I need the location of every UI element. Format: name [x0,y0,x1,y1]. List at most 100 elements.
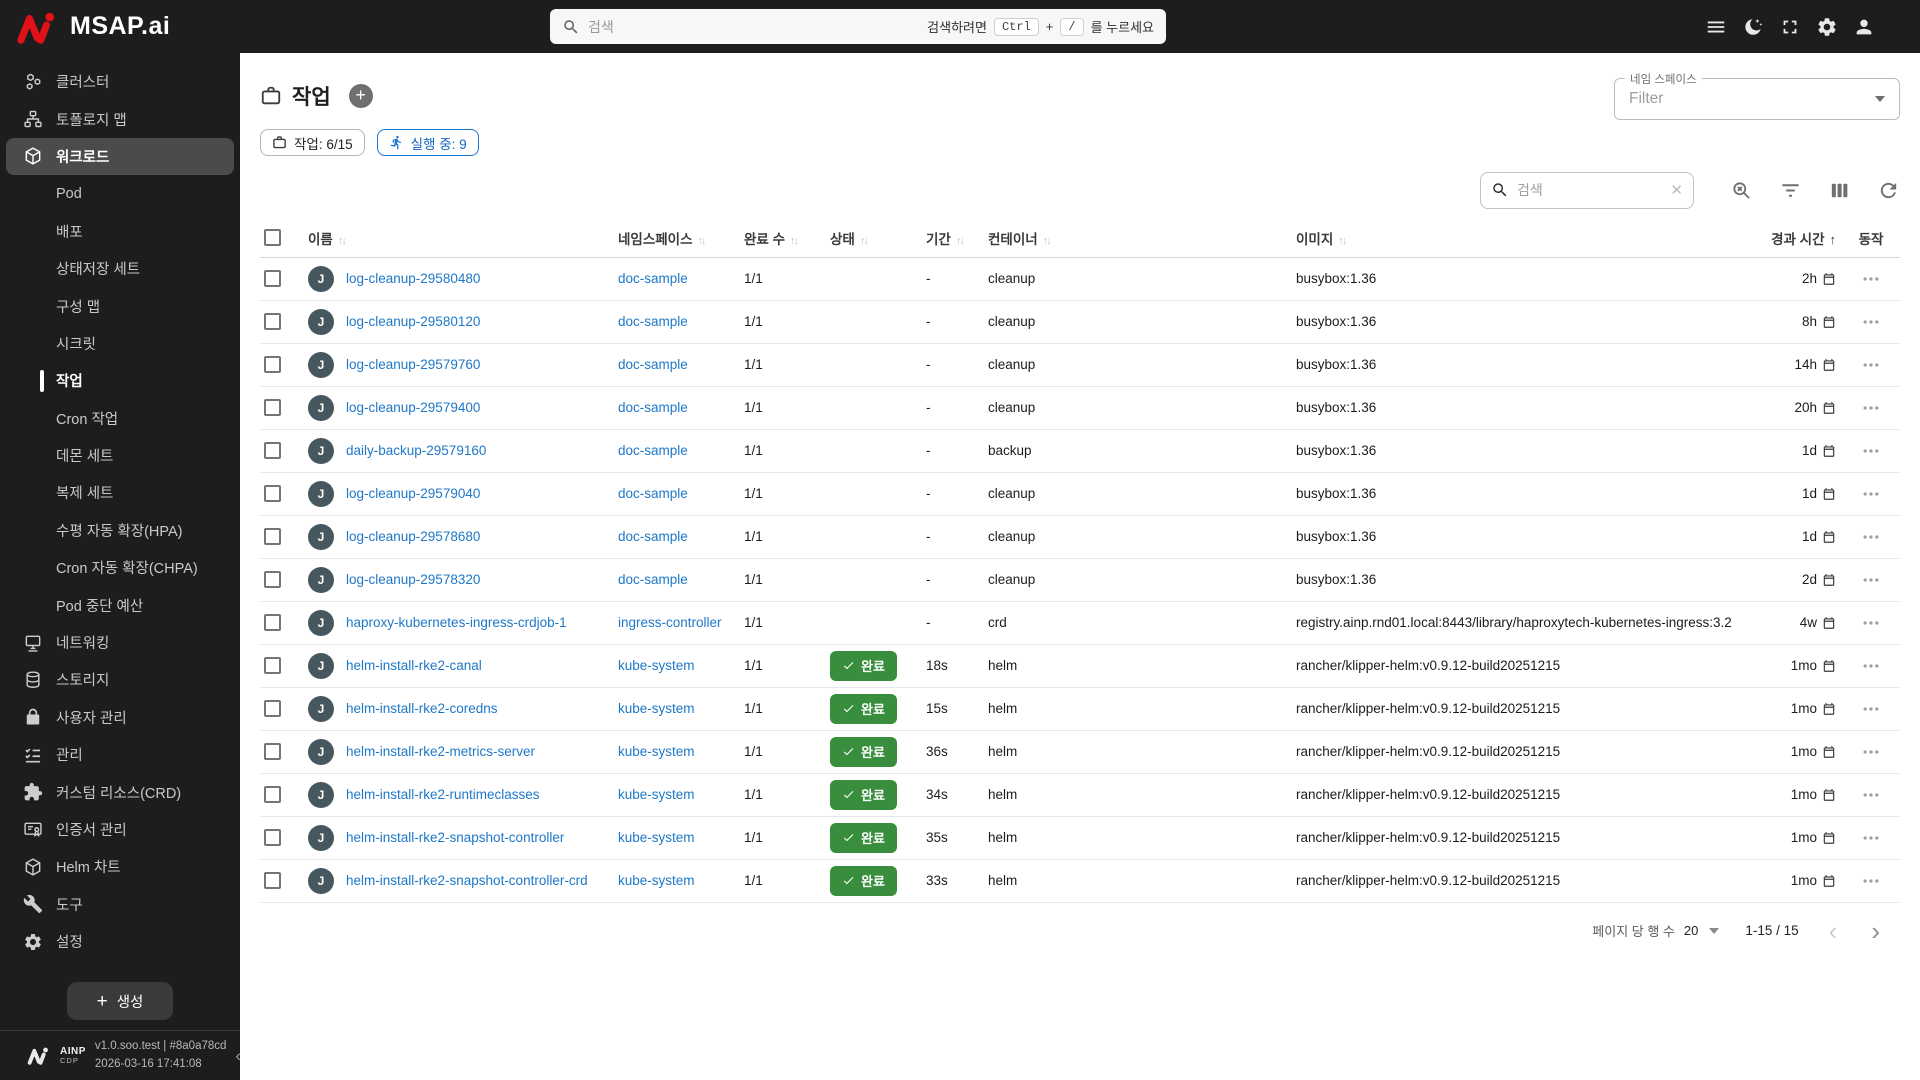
column-header[interactable]: 완료 수 ↑↓ [740,219,826,258]
namespace-link[interactable]: kube-system [618,658,695,673]
namespace-link[interactable]: ingress-controller [618,615,722,630]
topbar-account-button[interactable] [1852,15,1876,39]
sidebar-item-management[interactable]: 관리 [0,736,240,773]
sidebar-item-chpa[interactable]: Cron 자동 확장(CHPA) [0,549,240,586]
job-name-link[interactable]: daily-backup-29579160 [346,443,486,458]
namespace-link[interactable]: kube-system [618,744,695,759]
job-name-link[interactable]: log-cleanup-29580480 [346,271,480,286]
job-name-link[interactable]: log-cleanup-29579400 [346,400,480,415]
topbar-menu-button[interactable] [1704,15,1728,39]
global-search-input[interactable] [588,18,920,35]
namespace-link[interactable]: doc-sample [618,443,688,458]
row-actions-button[interactable] [1857,523,1885,551]
row-actions-button[interactable] [1857,695,1885,723]
sidebar-item-hpa[interactable]: 수평 자동 확장(HPA) [0,512,240,549]
column-header[interactable]: 동작 [1842,219,1900,258]
row-checkbox[interactable] [264,571,281,588]
columns-button[interactable] [1827,178,1851,202]
namespace-link[interactable]: doc-sample [618,529,688,544]
topbar-fullscreen-button[interactable] [1778,15,1802,39]
sidebar-item-custom-resource-crd[interactable]: 커스텀 리소스(CRD) [0,773,240,810]
job-name-link[interactable]: helm-install-rke2-coredns [346,701,498,716]
row-actions-button[interactable] [1857,265,1885,293]
namespace-filter-select[interactable]: 네임 스페이스 Filter [1614,71,1900,120]
job-name-link[interactable]: log-cleanup-29578680 [346,529,480,544]
sidebar-item-cronjob[interactable]: Cron 작업 [0,400,240,437]
refresh-button[interactable] [1876,178,1900,202]
row-checkbox[interactable] [264,270,281,287]
column-header[interactable]: 상태 ↑↓ [826,219,922,258]
sidebar-item-pdb[interactable]: Pod 중단 예산 [0,586,240,623]
row-actions-button[interactable] [1857,781,1885,809]
sort-icons[interactable]: ↑↓ [956,235,965,247]
job-name-link[interactable]: log-cleanup-29578320 [346,572,480,587]
sort-icons[interactable]: ↑↓ [1338,235,1347,247]
namespace-link[interactable]: doc-sample [618,400,688,415]
row-checkbox[interactable] [264,442,281,459]
sidebar-item-topology-map[interactable]: 토폴로지 맵 [0,100,240,137]
namespace-link[interactable]: doc-sample [618,357,688,372]
row-checkbox[interactable] [264,829,281,846]
row-checkbox[interactable] [264,743,281,760]
sidebar-item-configmap[interactable]: 구성 맵 [0,287,240,324]
sidebar-item-secret[interactable]: 시크릿 [0,325,240,362]
job-name-link[interactable]: log-cleanup-29579040 [346,486,480,501]
row-actions-button[interactable] [1857,867,1885,895]
sort-icons[interactable]: ↑↓ [790,235,799,247]
row-actions-button[interactable] [1857,566,1885,594]
sidebar-item-helm-chart[interactable]: Helm 차트 [0,848,240,885]
topbar-settings-button[interactable] [1815,15,1839,39]
row-checkbox[interactable] [264,485,281,502]
column-header[interactable]: 컨테이너 ↑↓ [984,219,1292,258]
sidebar-item-cluster[interactable]: 클러스터 [0,63,240,100]
sort-icons[interactable]: ↑↓ [860,235,869,247]
namespace-link[interactable]: kube-system [618,830,695,845]
running-count-chip[interactable]: 실행 중: 9 [376,129,479,156]
namespace-link[interactable]: doc-sample [618,271,688,286]
job-name-link[interactable]: log-cleanup-29579760 [346,357,480,372]
sort-asc-icon[interactable]: ↑ [1830,232,1837,247]
row-checkbox[interactable] [264,528,281,545]
create-button[interactable]: + 생성 [67,982,173,1020]
sidebar-item-daemonset[interactable]: 데몬 세트 [0,437,240,474]
sort-icons[interactable]: ↑↓ [698,235,707,247]
global-search[interactable]: 검색하려면 Ctrl + / 를 누르세요 [550,9,1166,44]
sidebar-item-deployment[interactable]: 배포 [0,213,240,250]
sidebar-item-user-management[interactable]: 사용자 관리 [0,699,240,736]
table-search-input[interactable] [1517,182,1663,198]
row-checkbox[interactable] [264,399,281,416]
sidebar-item-workload[interactable]: 워크로드 [6,137,234,176]
sidebar-item-replicaset[interactable]: 복제 세트 [0,474,240,511]
sidebar-item-pod[interactable]: Pod [0,175,240,212]
sidebar-item-job[interactable]: 작업 [0,362,240,399]
row-actions-button[interactable] [1857,308,1885,336]
namespace-link[interactable]: doc-sample [618,572,688,587]
row-checkbox[interactable] [264,700,281,717]
namespace-link[interactable]: kube-system [618,787,695,802]
job-name-link[interactable]: helm-install-rke2-snapshot-controller [346,830,564,845]
next-page-button[interactable]: › [1867,918,1884,944]
job-name-link[interactable]: haproxy-kubernetes-ingress-crdjob-1 [346,615,567,630]
rows-per-page-select[interactable]: 페이지 당 행 수 20 [1592,921,1720,940]
table-search[interactable]: ✕ [1480,171,1694,209]
column-header[interactable]: 경과 시간 ↑ [1752,219,1842,258]
search-off-button[interactable] [1729,178,1753,202]
sort-icons[interactable]: ↑↓ [1043,235,1052,247]
row-actions-button[interactable] [1857,824,1885,852]
job-name-link[interactable]: helm-install-rke2-metrics-server [346,744,535,759]
sidebar-item-networking[interactable]: 네트워킹 [0,624,240,661]
namespace-link[interactable]: doc-sample [618,486,688,501]
column-header[interactable]: 네임스페이스 ↑↓ [614,219,740,258]
prev-page-button[interactable]: ‹ [1825,918,1842,944]
topbar-dark-mode-button[interactable] [1741,15,1765,39]
row-checkbox[interactable] [264,356,281,373]
select-all-checkbox[interactable] [264,229,281,247]
sort-icons[interactable]: ↑↓ [338,235,347,247]
namespace-link[interactable]: kube-system [618,873,695,888]
column-header[interactable]: 이름 ↑↓ [304,219,614,258]
job-name-link[interactable]: helm-install-rke2-canal [346,658,482,673]
add-job-button[interactable]: + [348,84,373,108]
job-name-link[interactable]: log-cleanup-29580120 [346,314,480,329]
column-header[interactable]: 기간 ↑↓ [922,219,984,258]
row-checkbox[interactable] [264,657,281,674]
